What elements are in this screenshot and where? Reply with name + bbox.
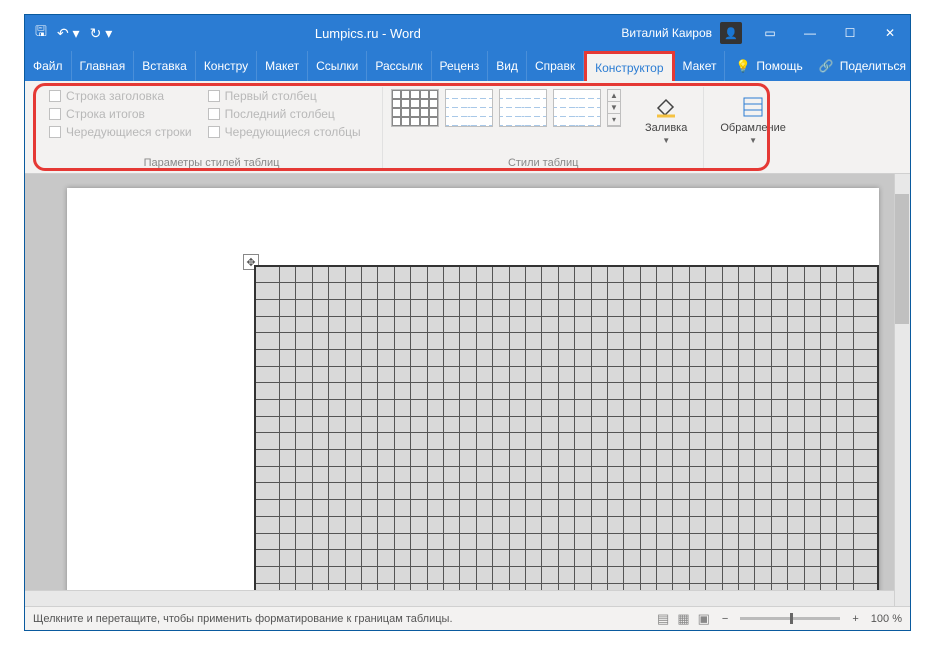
tab-design[interactable]: Констру: [196, 51, 257, 81]
chk-banded-rows[interactable]: Чередующиеся строки: [49, 125, 192, 139]
help-icon[interactable]: 💡: [735, 59, 750, 73]
ribbon: Строка заголовка Строка итогов Чередующи…: [25, 81, 910, 174]
titlebar: 🖫 ↶ ▾ ↻ ▾ Lumpics.ru - Word Виталий Каир…: [25, 15, 910, 51]
tab-file[interactable]: Файл: [25, 51, 72, 81]
scroll-thumb[interactable]: [895, 194, 909, 324]
page: ✥: [67, 188, 879, 606]
zoom-value[interactable]: 100 %: [871, 613, 902, 625]
share-label[interactable]: Поделиться: [840, 59, 906, 73]
group-table-style-options: Строка заголовка Строка итогов Чередующи…: [41, 87, 383, 169]
tab-mailings[interactable]: Рассылк: [367, 51, 431, 81]
style-thumb-3[interactable]: [499, 89, 547, 127]
window-controls: ▭ — ☐ ✕: [750, 15, 910, 51]
zoom-out-button[interactable]: −: [722, 613, 728, 625]
fill-button[interactable]: Заливка ▼: [637, 87, 695, 151]
tab-insert[interactable]: Вставка: [134, 51, 196, 81]
app-window: 🖫 ↶ ▾ ↻ ▾ Lumpics.ru - Word Виталий Каир…: [24, 14, 911, 631]
redo-icon[interactable]: ↻ ▾: [90, 25, 113, 42]
style-thumb-2[interactable]: [445, 89, 493, 127]
ribbon-tabs: Файл Главная Вставка Констру Макет Ссылк…: [25, 51, 910, 81]
ribbon-options-icon[interactable]: ▭: [750, 15, 790, 51]
tab-review[interactable]: Реценз: [432, 51, 489, 81]
web-layout-icon[interactable]: ▣: [698, 611, 710, 627]
tab-layout[interactable]: Макет: [257, 51, 308, 81]
avatar[interactable]: 👤: [720, 22, 742, 44]
borders-icon: [740, 94, 766, 120]
chevron-down-icon: ▼: [662, 136, 670, 145]
tab-right-area: 💡 Помощь 🔗 Поделиться: [725, 51, 916, 81]
chk-total-row[interactable]: Строка итогов: [49, 107, 192, 121]
style-thumb-4[interactable]: [553, 89, 601, 127]
view-buttons: ▤ ▦ ▣: [657, 611, 710, 627]
tab-view[interactable]: Вид: [488, 51, 527, 81]
document-area[interactable]: ✥: [25, 174, 910, 606]
scrollbar-vertical[interactable]: [894, 174, 910, 606]
print-layout-icon[interactable]: ▦: [677, 611, 689, 627]
minimize-icon[interactable]: —: [790, 15, 830, 51]
statusbar: Щелкните и перетащите, чтобы применить ф…: [25, 606, 910, 630]
group-table-styles: ▲▼▾ Заливка ▼ Стили таблиц: [383, 87, 704, 169]
user-name: Виталий Каиров: [621, 26, 712, 40]
zoom-slider[interactable]: [740, 617, 840, 620]
borders-label: Обрамление: [720, 122, 786, 134]
scroll-up-icon[interactable]: ▲: [608, 90, 620, 102]
user-area[interactable]: Виталий Каиров 👤: [613, 22, 750, 44]
read-mode-icon[interactable]: ▤: [657, 611, 669, 627]
style-gallery[interactable]: ▲▼▾: [391, 87, 621, 127]
chevron-down-icon: ▼: [749, 136, 757, 145]
group-label-options: Параметры стилей таблиц: [49, 155, 374, 169]
share-icon[interactable]: 🔗: [819, 59, 834, 73]
chk-first-col[interactable]: Первый столбец: [208, 89, 361, 103]
help-label[interactable]: Помощь: [756, 59, 802, 73]
fill-label: Заливка: [645, 122, 687, 134]
document-table[interactable]: [254, 265, 879, 606]
checkbox-col-2: Первый столбец Последний столбец Чередую…: [208, 87, 361, 139]
scrollbar-horizontal[interactable]: [25, 590, 894, 606]
quick-access-toolbar: 🖫 ↶ ▾ ↻ ▾: [25, 21, 122, 45]
undo-icon[interactable]: ↶ ▾: [57, 25, 80, 42]
zoom-in-button[interactable]: +: [852, 613, 858, 625]
tab-help[interactable]: Справк: [527, 51, 584, 81]
group-borders: Обрамление ▼: [704, 87, 802, 169]
chk-header-row[interactable]: Строка заголовка: [49, 89, 192, 103]
tab-references[interactable]: Ссылки: [308, 51, 367, 81]
tab-table-design[interactable]: Конструктор: [584, 51, 674, 81]
style-thumb-1[interactable]: [391, 89, 439, 127]
style-gallery-scroll[interactable]: ▲▼▾: [607, 89, 621, 127]
scroll-more-icon[interactable]: ▾: [608, 114, 620, 126]
group-label-styles: Стили таблиц: [391, 155, 695, 169]
close-icon[interactable]: ✕: [870, 15, 910, 51]
chk-last-col[interactable]: Последний столбец: [208, 107, 361, 121]
checkbox-col-1: Строка заголовка Строка итогов Чередующи…: [49, 87, 192, 139]
chk-banded-cols[interactable]: Чередующиеся столбцы: [208, 125, 361, 139]
maximize-icon[interactable]: ☐: [830, 15, 870, 51]
borders-button[interactable]: Обрамление ▼: [712, 87, 794, 151]
status-message: Щелкните и перетащите, чтобы применить ф…: [33, 613, 645, 625]
scroll-down-icon[interactable]: ▼: [608, 102, 620, 114]
window-title: Lumpics.ru - Word: [122, 26, 613, 41]
bucket-icon: [653, 94, 679, 120]
save-icon[interactable]: 🖫: [35, 21, 47, 45]
tab-home[interactable]: Главная: [72, 51, 135, 81]
tab-table-layout[interactable]: Макет: [675, 51, 726, 81]
